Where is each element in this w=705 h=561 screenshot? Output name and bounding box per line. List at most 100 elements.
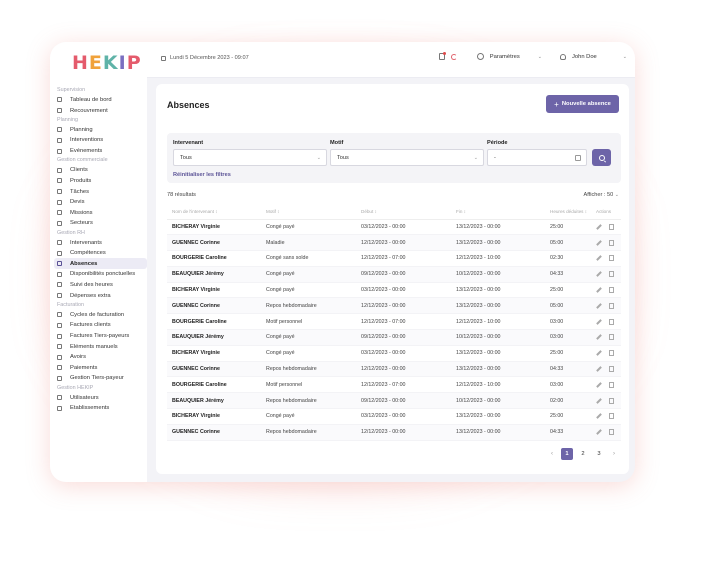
sidebar-item-avoirs[interactable]: Avoirs (54, 352, 147, 363)
edit-icon[interactable] (596, 303, 602, 309)
cart-icon (57, 178, 62, 184)
edit-icon[interactable] (596, 271, 602, 278)
sidebar-item-produits[interactable]: Produits (54, 176, 147, 187)
sidebar-item-gestion-tiers-payeur[interactable]: Gestion Tiers-payeur (54, 373, 147, 384)
trash-icon[interactable] (609, 223, 614, 230)
trash-icon[interactable] (609, 381, 614, 388)
sidebar-item-etablissements[interactable]: Etablissements (54, 403, 147, 414)
trash-icon[interactable] (609, 302, 614, 309)
edit-icon[interactable] (596, 366, 602, 372)
column-header[interactable]: Heures déduites ↕ (545, 205, 591, 220)
table-row[interactable]: BEAUQUIER Jérémy Congé payé 09/12/2023 - 0… (167, 329, 621, 346)
sidebar-item-utilisateurs[interactable]: Utilisateurs (54, 392, 147, 403)
settings-menu[interactable]: Paramètres (490, 54, 520, 60)
edit-icon[interactable] (596, 318, 602, 325)
table-cell: 25:00 (545, 345, 591, 362)
table-row[interactable]: GUENNEC Corinne Maladie 12/12/2023 - 00:00… (167, 234, 621, 252)
table-row[interactable]: GUENNEC Corinne Repos hebdomadaire 12/12/2… (167, 361, 621, 378)
column-header[interactable]: Fin ↕ (451, 205, 545, 220)
trash-icon[interactable] (609, 334, 614, 341)
user-menu[interactable]: John Doe (572, 54, 597, 60)
gear-icon[interactable] (476, 53, 484, 60)
sidebar-item-eléments-manuels[interactable]: Eléments manuels (54, 341, 147, 352)
edit-icon[interactable] (596, 429, 602, 436)
page-button-1[interactable]: 1 (561, 448, 573, 460)
sidebar-item-factures-tiers-payeurs[interactable]: Factures Tiers-payeurs (54, 331, 147, 342)
trash-icon[interactable] (609, 239, 614, 246)
sidebar-item-compétences[interactable]: Compétences (54, 248, 147, 259)
sidebar-item-label: Dépenses extra (70, 292, 111, 299)
sidebar-item-evénements[interactable]: Evénements (54, 146, 147, 157)
table-row[interactable]: BICHERAY Virginie Congé payé 03/12/2023 - … (167, 345, 621, 362)
page-button-3[interactable]: 3 (593, 448, 605, 460)
table-row[interactable]: BICHERAY Virginie Congé payé 03/12/2023 - … (167, 282, 621, 299)
sidebar-item-tableau-de-bord[interactable]: Tableau de bord (54, 95, 147, 106)
sidebar-item-secteurs[interactable]: Secteurs (54, 218, 147, 229)
sidebar-item-dépenses-extra[interactable]: Dépenses extra (54, 290, 147, 301)
sidebar-item-intervenants[interactable]: Intervenants (54, 237, 147, 248)
table-row[interactable]: BOURGERIE Caroline Motif personnel 12/12/2… (167, 376, 621, 394)
table-row[interactable]: BICHERAY Virginie Congé payé 03/12/2023 - … (167, 219, 621, 236)
table-row[interactable]: BOURGERIE Caroline Motif personnel 12/12/2… (167, 313, 621, 331)
trash-icon[interactable] (609, 366, 614, 373)
next-page-button[interactable]: › (609, 451, 619, 457)
prev-page-button[interactable]: ‹ (547, 451, 557, 457)
column-header[interactable]: Nom de l'intervenant ↕ (167, 205, 261, 220)
trash-icon[interactable] (609, 429, 614, 436)
trash-icon[interactable] (609, 255, 614, 262)
trash-icon[interactable] (609, 350, 614, 357)
edit-icon[interactable] (596, 397, 602, 404)
edit-icon[interactable] (596, 350, 602, 357)
sidebar-item-absences[interactable]: Absences (54, 258, 147, 270)
intervenant-select[interactable]: Tous ⌄ (173, 149, 327, 166)
notification-icon[interactable] (438, 52, 446, 60)
table-row[interactable]: BEAUQUIER Jérémy Congé payé 09/12/2023 - 0… (167, 266, 621, 283)
sidebar-item-factures-clients[interactable]: Factures clients (54, 320, 147, 331)
page-button-2[interactable]: 2 (577, 448, 589, 460)
search-button[interactable] (592, 149, 611, 166)
reset-filters-link[interactable]: Réinitialiser les filtres (173, 172, 231, 178)
trash-icon[interactable] (609, 318, 614, 325)
sidebar-item-suivi-des-heures[interactable]: Suivi des heures (54, 280, 147, 291)
motif-select[interactable]: Tous ⌄ (330, 149, 484, 166)
edit-icon[interactable] (596, 239, 602, 246)
table-row[interactable]: BEAUQUIER Jérémy Repos hebdomadaire 09/12/… (167, 392, 621, 410)
new-absence-button[interactable]: + Nouvelle absence (546, 95, 619, 113)
trash-icon[interactable] (609, 397, 614, 404)
sidebar-item-label: Paiements (70, 364, 98, 371)
trash-icon[interactable] (609, 287, 614, 294)
sidebar-item-clients[interactable]: Clients (54, 165, 147, 176)
sidebar-item-disponibilités-ponctuelles[interactable]: Disponibilités ponctuelles (54, 269, 147, 280)
table-row[interactable]: BICHERAY Virginie Congé payé 03/12/2023 - … (167, 408, 621, 425)
sidebar-item-cycles-de-facturation[interactable]: Cycles de facturation (54, 310, 147, 321)
table-row[interactable]: BOURGERIE Caroline Congé sans solde 12/12/… (167, 250, 621, 267)
app-logo[interactable]: HEKIP (72, 52, 142, 74)
sidebar-item-interventions[interactable]: Interventions (54, 135, 147, 146)
edit-icon[interactable] (596, 255, 602, 262)
edit-icon[interactable] (596, 382, 602, 388)
column-header[interactable]: Motif ↕ (261, 205, 356, 220)
refresh-icon[interactable] (450, 53, 457, 60)
edit-icon[interactable] (596, 413, 602, 420)
column-header[interactable]: Début ↕ (356, 205, 451, 220)
settings-chevron-icon[interactable]: ⌄ (538, 54, 542, 60)
sidebar-item-missions[interactable]: Missions (54, 207, 147, 218)
sidebar-item-devis[interactable]: Devis (54, 197, 147, 208)
sidebar-item-planning[interactable]: Planning (54, 125, 147, 136)
periode-input[interactable]: - (487, 149, 587, 166)
per-page-value: Afficher : 50 (583, 192, 614, 198)
table-row[interactable]: GUENNEC Corinne Repos hebdomadaire 12/12/2… (167, 297, 621, 315)
edit-icon[interactable] (596, 334, 602, 341)
sidebar-item-paiements[interactable]: Paiements (54, 363, 147, 374)
sidebar-item-tâches[interactable]: Tâches (54, 186, 147, 197)
user-icon[interactable] (559, 53, 566, 60)
trash-icon[interactable] (609, 271, 614, 278)
sidebar-item-recouvrement[interactable]: Recouvrement (54, 105, 147, 116)
edit-icon[interactable] (596, 224, 602, 230)
table-row[interactable]: GUENNEC Corinne Repos hebdomadaire 12/12/2… (167, 424, 621, 441)
user-chevron-icon[interactable]: ⌄ (623, 54, 627, 60)
trash-icon[interactable] (609, 413, 614, 420)
per-page-select[interactable]: Afficher : 50 ⌄ (583, 192, 619, 198)
table-cell: 13/12/2023 - 00:00 (451, 234, 545, 252)
edit-icon[interactable] (596, 287, 602, 293)
